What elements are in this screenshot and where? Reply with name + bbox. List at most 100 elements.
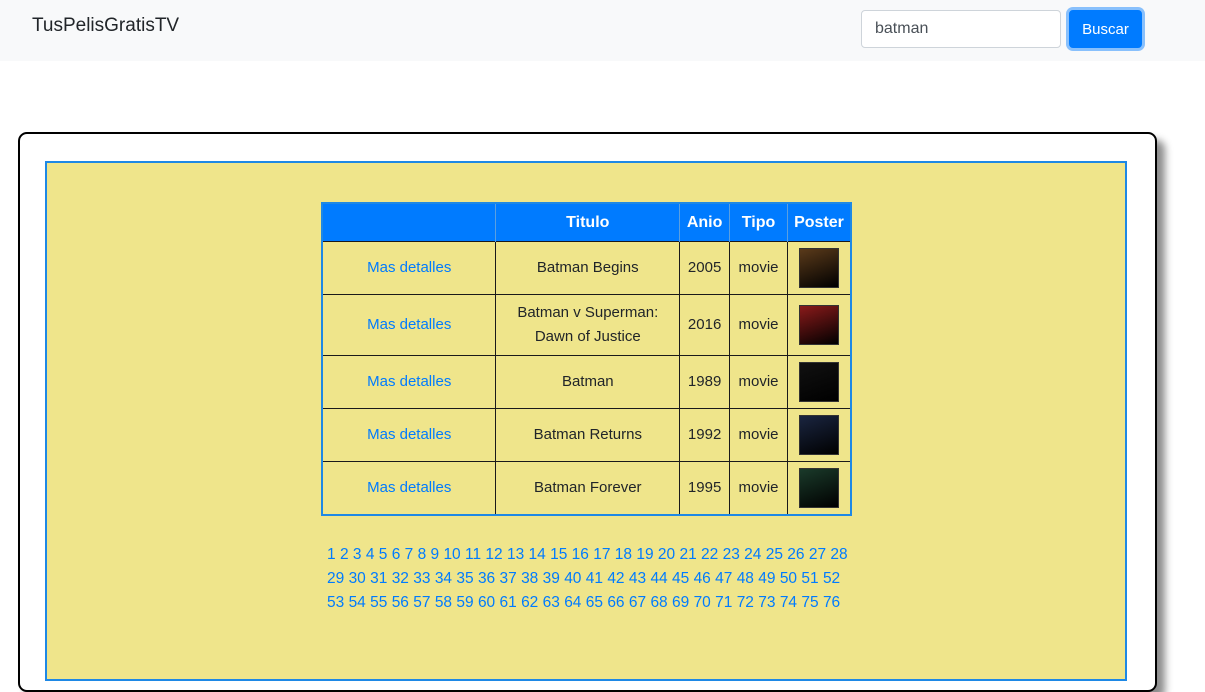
- page-link[interactable]: 5: [379, 546, 388, 563]
- page-link[interactable]: 61: [500, 594, 517, 611]
- poster-cell: [786, 294, 852, 356]
- page-link[interactable]: 26: [787, 546, 804, 563]
- page-link[interactable]: 34: [435, 570, 452, 587]
- page-link[interactable]: 42: [607, 570, 624, 587]
- details-link[interactable]: Mas detalles: [367, 259, 451, 276]
- page-link[interactable]: 3: [353, 546, 362, 563]
- page-link[interactable]: 64: [564, 594, 581, 611]
- page-link[interactable]: 50: [780, 570, 797, 587]
- page-link[interactable]: 28: [830, 546, 847, 563]
- page-link[interactable]: 2: [340, 546, 349, 563]
- page-link[interactable]: 9: [431, 546, 440, 563]
- page-link[interactable]: 73: [758, 594, 775, 611]
- page-link[interactable]: 23: [723, 546, 740, 563]
- page-link[interactable]: 68: [650, 594, 667, 611]
- page-link[interactable]: 36: [478, 570, 495, 587]
- search-button[interactable]: Buscar: [1069, 10, 1142, 48]
- page-link[interactable]: 1: [327, 546, 336, 563]
- header-titulo: Titulo: [495, 203, 680, 242]
- details-cell: Mas detalles: [321, 408, 497, 462]
- poster-cell: [786, 461, 852, 515]
- title-cell: Batman Begins: [495, 241, 681, 295]
- details-link[interactable]: Mas detalles: [367, 316, 451, 333]
- search-input[interactable]: [861, 10, 1061, 48]
- header-anio: Anio: [679, 203, 730, 242]
- page-link[interactable]: 12: [485, 546, 502, 563]
- page-link[interactable]: 20: [658, 546, 675, 563]
- page-link[interactable]: 74: [780, 594, 797, 611]
- page-link[interactable]: 38: [521, 570, 538, 587]
- page-link[interactable]: 51: [801, 570, 818, 587]
- page-link[interactable]: 43: [629, 570, 646, 587]
- page-link[interactable]: 21: [679, 546, 696, 563]
- page-link[interactable]: 24: [744, 546, 761, 563]
- navbar: TusPelisGratisTV Buscar: [0, 0, 1205, 61]
- page-link[interactable]: 62: [521, 594, 538, 611]
- page-link[interactable]: 44: [650, 570, 667, 587]
- page-link[interactable]: 30: [349, 570, 366, 587]
- page-link[interactable]: 55: [370, 594, 387, 611]
- page-link[interactable]: 57: [413, 594, 430, 611]
- details-cell: Mas detalles: [321, 461, 497, 515]
- page-link[interactable]: 72: [737, 594, 754, 611]
- details-link[interactable]: Mas detalles: [367, 426, 451, 443]
- year-cell: 1995: [679, 461, 731, 515]
- details-link[interactable]: Mas detalles: [367, 479, 451, 496]
- poster-image: [798, 248, 839, 288]
- page-link[interactable]: 8: [418, 546, 427, 563]
- page-link[interactable]: 47: [715, 570, 732, 587]
- page-link[interactable]: 48: [737, 570, 754, 587]
- page-link[interactable]: 39: [543, 570, 560, 587]
- page-link[interactable]: 19: [636, 546, 653, 563]
- page-link[interactable]: 6: [392, 546, 401, 563]
- page-link[interactable]: 75: [801, 594, 818, 611]
- page-link[interactable]: 10: [443, 546, 460, 563]
- page-link[interactable]: 59: [456, 594, 473, 611]
- header-empty: [322, 203, 496, 242]
- page-link[interactable]: 35: [456, 570, 473, 587]
- page-link[interactable]: 60: [478, 594, 495, 611]
- page-link[interactable]: 7: [405, 546, 414, 563]
- page-link[interactable]: 18: [615, 546, 632, 563]
- page-link[interactable]: 46: [694, 570, 711, 587]
- page-link[interactable]: 11: [465, 546, 481, 563]
- page-link[interactable]: 67: [629, 594, 646, 611]
- page-link[interactable]: 53: [327, 594, 344, 611]
- page-link[interactable]: 32: [392, 570, 409, 587]
- page-link[interactable]: 40: [564, 570, 581, 587]
- poster-image: [798, 362, 839, 402]
- page-link[interactable]: 65: [586, 594, 603, 611]
- page-link[interactable]: 76: [823, 594, 840, 611]
- page-link[interactable]: 54: [349, 594, 366, 611]
- page-link[interactable]: 31: [370, 570, 387, 587]
- type-cell: movie: [729, 241, 788, 295]
- page-link[interactable]: 66: [607, 594, 624, 611]
- page-link[interactable]: 45: [672, 570, 689, 587]
- page-link[interactable]: 70: [694, 594, 711, 611]
- page-link[interactable]: 56: [392, 594, 409, 611]
- details-cell: Mas detalles: [321, 355, 497, 409]
- page-link[interactable]: 58: [435, 594, 452, 611]
- page-link[interactable]: 13: [507, 546, 524, 563]
- page-link[interactable]: 29: [327, 570, 344, 587]
- details-link[interactable]: Mas detalles: [367, 373, 451, 390]
- poster-cell: [786, 241, 852, 295]
- year-cell: 1989: [679, 355, 731, 409]
- page-link[interactable]: 17: [593, 546, 610, 563]
- page-link[interactable]: 69: [672, 594, 689, 611]
- page-link[interactable]: 33: [413, 570, 430, 587]
- page-link[interactable]: 71: [715, 594, 732, 611]
- page-link[interactable]: 37: [500, 570, 517, 587]
- page-link[interactable]: 16: [572, 546, 589, 563]
- brand-title[interactable]: TusPelisGratisTV: [32, 14, 179, 38]
- page-link[interactable]: 4: [366, 546, 375, 563]
- page-link[interactable]: 49: [758, 570, 775, 587]
- page-link[interactable]: 25: [766, 546, 783, 563]
- page-link[interactable]: 52: [823, 570, 840, 587]
- page-link[interactable]: 22: [701, 546, 718, 563]
- page-link[interactable]: 27: [809, 546, 826, 563]
- page-link[interactable]: 15: [550, 546, 567, 563]
- page-link[interactable]: 14: [529, 546, 546, 563]
- page-link[interactable]: 41: [586, 570, 603, 587]
- page-link[interactable]: 63: [543, 594, 560, 611]
